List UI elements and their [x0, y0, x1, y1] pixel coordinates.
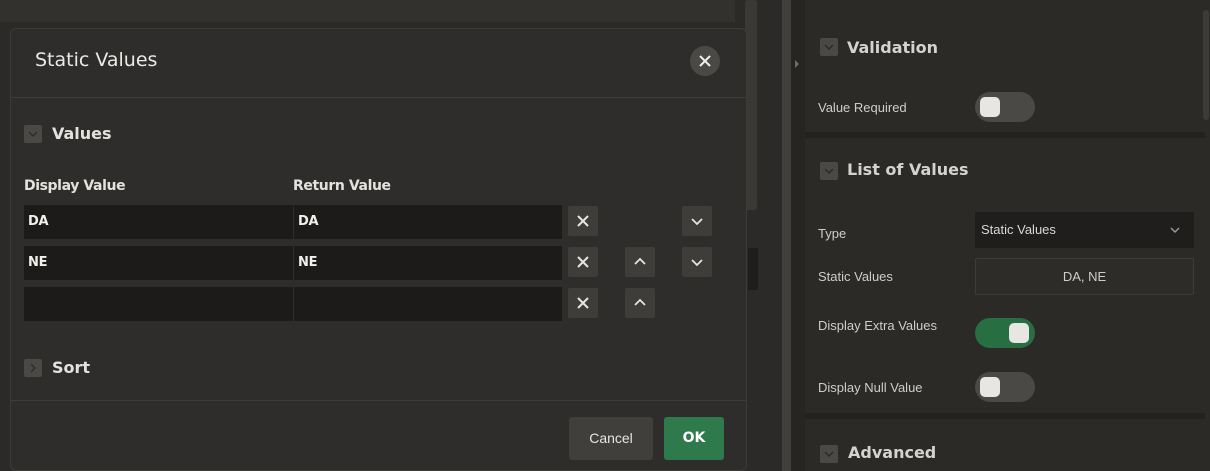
close-icon [577, 215, 589, 227]
collapse-validation-icon[interactable] [820, 38, 838, 56]
remove-row-button[interactable] [568, 247, 598, 277]
type-select-value: Static Values [981, 222, 1056, 237]
page-background-strip [748, 248, 758, 290]
property-panel-scrollbar[interactable] [1203, 10, 1209, 120]
panel-splitter[interactable] [791, 0, 805, 471]
chevron-down-icon [1170, 227, 1180, 233]
chevron-up-icon [634, 257, 646, 265]
dialog-header-divider [11, 97, 746, 98]
chevron-down-icon [691, 218, 703, 226]
type-label: Type [818, 226, 847, 241]
remove-row-button[interactable] [568, 206, 598, 236]
sort-section-title[interactable]: Sort [52, 358, 90, 377]
value-required-label: Value Required [818, 100, 907, 115]
return-value-input[interactable]: DA [294, 205, 562, 239]
chevron-down-icon [691, 259, 703, 267]
page-divider [782, 0, 791, 471]
collapse-values-icon[interactable] [24, 125, 42, 143]
splitter-expand-icon[interactable] [795, 60, 799, 68]
toggle-knob [1009, 323, 1029, 343]
validation-section-title[interactable]: Validation [847, 38, 938, 57]
move-up-button[interactable] [625, 288, 655, 318]
display-null-value-toggle[interactable] [975, 372, 1035, 402]
close-icon [699, 55, 711, 67]
display-value-input[interactable] [24, 287, 293, 321]
chevron-up-icon [634, 298, 646, 306]
value-required-toggle[interactable] [975, 92, 1035, 122]
expand-sort-icon[interactable] [24, 359, 42, 377]
display-value-input[interactable]: NE [24, 246, 293, 280]
display-value-input[interactable]: DA [24, 205, 293, 239]
move-down-button[interactable] [682, 247, 712, 277]
toggle-knob [980, 97, 1000, 117]
section-divider [805, 413, 1205, 419]
toggle-knob [980, 377, 1000, 397]
collapse-advanced-icon[interactable] [820, 445, 838, 463]
dialog-title: Static Values [35, 49, 158, 71]
section-divider [805, 132, 1205, 138]
advanced-section-title[interactable]: Advanced [848, 443, 936, 462]
list-of-values-section-title[interactable]: List of Values [847, 160, 969, 179]
display-value-column-header: Display Value [24, 178, 126, 194]
ok-button[interactable]: OK [664, 417, 724, 460]
move-down-button[interactable] [682, 206, 712, 236]
return-value-column-header: Return Value [293, 178, 391, 194]
close-icon [577, 297, 589, 309]
display-null-value-label: Display Null Value [818, 380, 923, 395]
values-section-title[interactable]: Values [52, 124, 112, 143]
close-button[interactable] [690, 46, 720, 76]
cancel-button[interactable]: Cancel [569, 417, 653, 460]
return-value-input[interactable]: NE [294, 246, 562, 280]
static-values-button[interactable]: DA, NE [975, 258, 1194, 295]
dialog-footer-divider [11, 400, 746, 401]
static-values-label: Static Values [818, 269, 893, 284]
page-header-strip [0, 0, 735, 22]
collapse-list-of-values-icon[interactable] [820, 162, 838, 180]
display-extra-values-label: Display Extra Values [818, 318, 937, 333]
type-select[interactable]: Static Values [975, 212, 1194, 248]
remove-row-button[interactable] [568, 288, 598, 318]
display-extra-values-toggle[interactable] [975, 318, 1035, 348]
close-icon [577, 256, 589, 268]
return-value-input[interactable] [294, 287, 562, 321]
move-up-button[interactable] [625, 247, 655, 277]
